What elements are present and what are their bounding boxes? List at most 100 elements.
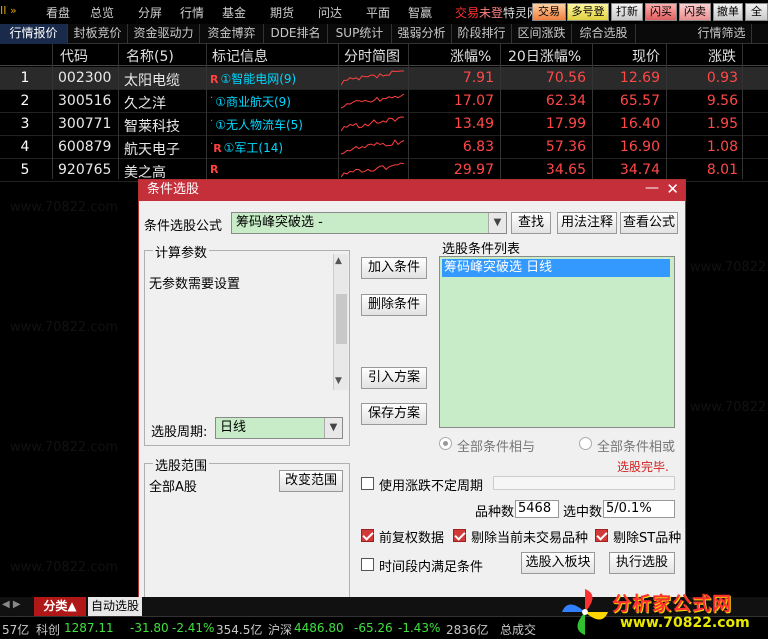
uncertain-period-label: 使用涨跌不定周期 [379,479,484,494]
menu-item-zhiying[interactable]: 智赢 [408,4,432,21]
tag-info[interactable]: R [210,162,340,180]
menu-item-kanpan[interactable]: 看盘 [46,4,70,21]
add-condition-button[interactable]: 加入条件 [361,257,427,279]
change-range-button[interactable]: 改变范围 [279,470,343,492]
status-total-label: 总成交 [500,623,537,637]
multi-login-button[interactable]: 多号登 [567,3,609,21]
header-diff[interactable]: 涨跌 [708,46,736,65]
tag-info[interactable]: · ①无人物流车(5) [210,116,340,134]
tab-strength[interactable]: 强弱分析 [392,24,452,44]
header-price[interactable]: 现价 [632,46,660,65]
change-pct: 13.49 [453,116,494,132]
trade-status[interactable]: 交易未登特灵网 [455,4,539,21]
save-scheme-button[interactable]: 保存方案 [361,403,427,425]
radio-all-or[interactable] [579,437,592,450]
tab-capital-drive[interactable]: 资金驱动力 [128,24,200,44]
cancel-order-button[interactable]: 撤单 [713,3,743,21]
header-change-pct[interactable]: 涨幅% [450,46,491,65]
add-to-block-button[interactable]: 选股入板块 [521,552,595,574]
exclude-untraded-label: 剔除当前未交易品种 [471,531,589,546]
menu-item-fenping[interactable]: 分屏 [138,4,162,21]
formula-select-value: 筹码峰突破选 - [236,215,323,230]
formula-label: 条件选股公式 [144,219,223,234]
condition-list[interactable]: 筹码峰突破选 日线 [439,256,675,428]
tab-scroll-arrows[interactable]: ◀ ▶ [2,599,30,614]
chevron-down-icon[interactable]: ▼ [488,213,506,233]
status-volume-left: 57亿 [2,623,30,637]
timespan-checkbox[interactable] [361,558,374,571]
forward-adjusted-checkbox[interactable] [361,529,374,542]
change-20d: 62.34 [545,93,586,109]
menu-item-wenda[interactable]: 问达 [318,4,342,21]
stock-code: 300771 [58,116,112,132]
header-tags[interactable]: 标记信息 [212,46,268,65]
find-button[interactable]: 查找 [511,212,551,234]
trade-button[interactable]: 交易 [532,3,566,21]
close-icon[interactable]: ✕ [666,180,679,198]
table-row[interactable]: 4 600879 航天电子 ·R ①军工(14) 6.83 57.36 16.90 1.08 [0,136,768,159]
stock-name: 美之高 [124,165,166,181]
chevron-down-icon[interactable]: ▼ [324,418,342,438]
menu-item-jijin[interactable]: 基金 [222,4,246,21]
tag-info[interactable]: ·R ①军工(14) [210,139,340,157]
condition-list-item[interactable]: 筹码峰突破选 日线 [442,259,670,277]
params-group-title: 计算参数 [153,242,210,261]
execute-selection-button[interactable]: 执行选股 [609,552,675,574]
condition-list-title: 选股条件列表 [442,242,521,257]
import-scheme-button[interactable]: 引入方案 [361,367,427,389]
tab-seal-bid[interactable]: 封板竞价 [68,24,128,44]
uncertain-period-checkbox[interactable] [361,477,374,490]
diff: 1.08 [706,139,738,155]
menu-item-qihuo[interactable]: 期货 [270,4,294,21]
change-pct: 6.83 [462,139,494,155]
table-row[interactable]: 3 300771 智莱科技 · ①无人物流车(5) 13.49 17.99 16.40 1.95 [0,113,768,136]
status-index-change: -31.80 [130,621,169,635]
header-sparkline[interactable]: 分时简图 [344,46,400,65]
stock-name: 太阳电缆 [124,73,180,89]
tab-capital-game[interactable]: 资金博弈 [200,24,264,44]
tag-dot: · [210,116,214,127]
tab-quote-filter[interactable]: 行情筛选 [692,24,752,44]
view-formula-button[interactable]: 查看公式 [620,212,678,234]
status-index-value: 1287.11 [64,621,114,635]
header-20d-change[interactable]: 20日涨幅% [508,46,581,65]
tab-range-change[interactable]: 区间涨跌 [512,24,572,44]
tag-info[interactable]: · ①商业航天(9) [210,93,340,111]
minimize-icon[interactable]: — [645,180,659,196]
table-row[interactable]: 1 002300 太阳电缆 R ①智能电网(9) 7.91 70.56 12.69 0.93 [0,67,768,90]
ipo-button[interactable]: 打新 [611,3,643,21]
flash-sell-button[interactable]: 闪卖 [679,3,711,21]
flash-buy-button[interactable]: 闪买 [645,3,677,21]
watermark: www.70822.com [10,200,119,215]
radio-all-and[interactable] [439,437,452,450]
menu-item-pingmian[interactable]: 平面 [366,4,390,21]
formula-select[interactable]: 筹码峰突破选 - ▼ [231,212,507,234]
tab-composite-select[interactable]: 综合选股 [572,24,636,44]
chevron-down-icon[interactable]: ▼ [335,376,342,386]
tab-stage-rank[interactable]: 阶段排行 [452,24,512,44]
header-name[interactable]: 名称(5) [126,46,174,65]
menu-item-zonglan[interactable]: 总览 [90,4,114,21]
delete-condition-button[interactable]: 删除条件 [361,294,427,316]
dialog-title: 条件选股 [147,182,200,197]
chevron-up-icon[interactable]: ▲ [335,256,342,266]
usage-notes-button[interactable]: 用法注释 [557,212,617,234]
exclude-untraded-checkbox[interactable] [453,529,466,542]
params-scrollbar[interactable]: ▲ ▼ [333,254,348,390]
dialog-title-bar[interactable]: 条件选股 [139,180,685,201]
tab-quotes[interactable]: 行情报价 [0,24,68,44]
exclude-st-checkbox[interactable] [595,529,608,542]
table-row[interactable]: 2 300516 久之洋 · ①商业航天(9) 17.07 62.34 65.57 9.56 [0,90,768,113]
tag-info[interactable]: R ①智能电网(9) [210,70,340,88]
tab-dde-rank[interactable]: DDE排名 [264,24,328,44]
scrollbar-thumb[interactable] [336,294,347,344]
auto-select-tab[interactable]: 自动选股 [88,597,142,616]
change-pct: 29.97 [453,162,494,178]
category-tab[interactable]: 分类▲ [34,597,86,616]
header-code[interactable]: 代码 [60,46,88,65]
all-button[interactable]: 全 [745,3,768,21]
tab-sup-stats[interactable]: SUP统计 [328,24,392,44]
period-select[interactable]: 日线 ▼ [215,417,343,439]
menu-item-hangqing[interactable]: 行情 [180,4,204,21]
app-brand: II » [0,4,17,17]
